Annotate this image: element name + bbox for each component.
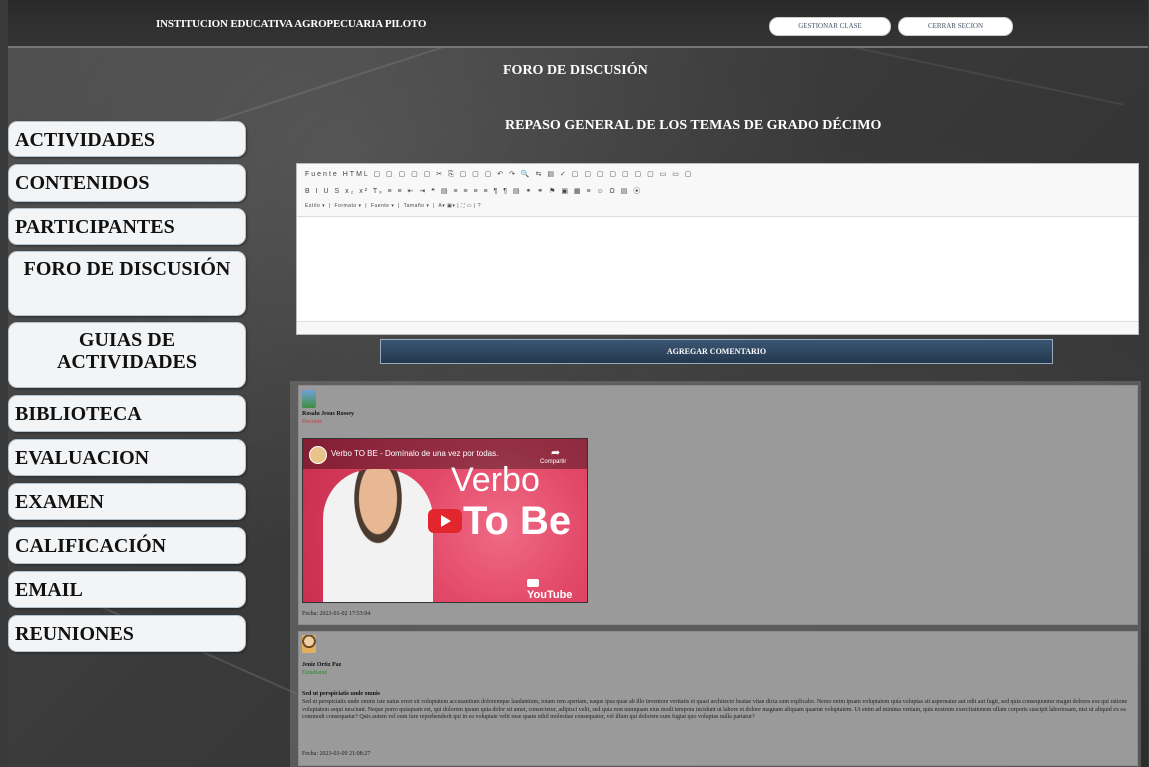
sidebar-item-label: ACTIVIDADES [15,129,156,151]
sidebar-item-label: REUNIONES [15,623,134,645]
editor-toolbar-row-3: Estilo ▾ | Formato ▾ | Fuente ▾ | Tamaño… [305,203,481,209]
editor-toolbar: Fuente HTML ▢ ▢ ▢ ▢ ▢ ✂ ⎘ ▢ ▢ ▢ ↶ ↷ 🔍 ⇆ … [297,164,1138,217]
sidebar-item-label: GUIAS DE ACTIVIDADES [56,329,198,373]
sidebar-item-label: CALIFICACIÓN [15,535,167,557]
sidebar-item-participantes[interactable]: PARTICIPANTES [8,208,246,245]
comment-author: Jeniz Ortiz Paz [302,662,342,668]
text-color-icon[interactable]: A▾ [438,203,445,209]
size-select[interactable]: Tamaño [404,203,425,209]
sidebar-item-label: BIBLIOTECA [15,403,142,425]
manage-class-button[interactable]: GESTIONAR CLASE [769,17,891,36]
avatar [302,635,316,653]
thumbnail-text-tobe: To Be [463,499,572,543]
sidebar-item-label: PARTICIPANTES [15,216,175,238]
youtube-logo[interactable]: YouTube [527,577,587,601]
top-bar: INSTITUCION EDUCATIVA AGROPECUARIA PILOT… [8,0,1148,48]
sidebar-item-label: CONTENIDOS [15,172,150,194]
share-icon[interactable]: ➦ [551,446,560,459]
sidebar-item-contenidos[interactable]: CONTENIDOS [8,164,246,202]
video-title[interactable]: Verbo TO BE - Domínalo de una vez por to… [331,449,498,458]
channel-avatar[interactable] [309,446,327,464]
sidebar-item-foro[interactable]: FORO DE DISCUSIÓN [8,251,246,316]
editor-toolbar-row-2[interactable]: B I U S x₂ x² Tₓ ≡ ≡ ⇤ ⇥ ❝ ▤ ≡ ≡ ≡ ≡ ¶ ¶… [305,186,642,196]
font-select[interactable]: Fuente [371,203,390,209]
page-background: INSTITUCION EDUCATIVA AGROPECUARIA PILOT… [8,0,1148,767]
sidebar-item-guias[interactable]: GUIAS DE ACTIVIDADES [8,322,246,388]
thumbnail-text-verbo: Verbo [451,461,540,499]
sidebar-item-evaluacion[interactable]: EVALUACION [8,439,246,476]
comment-role: Estudiante [302,670,328,676]
forum-topic-title: REPASO GENERAL DE LOS TEMAS DE GRADO DÉC… [505,118,882,133]
comment-title: Sed ut perspiciatis unde omnis [302,691,381,697]
maximize-icon[interactable]: ⛶ [461,203,465,209]
sidebar-item-email[interactable]: EMAIL [8,571,246,608]
sidebar-item-label: FORO DE DISCUSIÓN [23,258,231,280]
style-select[interactable]: Estilo [305,203,320,209]
comment-body: Sed ut perspiciatis unde omnis iste natu… [302,699,1128,720]
format-select[interactable]: Formato [335,203,357,209]
youtube-label: YouTube [527,589,573,601]
editor-toolbar-row-1[interactable]: Fuente HTML ▢ ▢ ▢ ▢ ▢ ✂ ⎘ ▢ ▢ ▢ ↶ ↷ 🔍 ⇆ … [305,170,693,179]
comment-date: Fecha: 2023-03-09 21:08:27 [302,751,371,757]
comment-card: Rosalu Jesus Rossey Docente Verbo TO BE … [298,385,1138,625]
logout-button[interactable]: CERRAR SECION [898,17,1013,36]
share-label[interactable]: Compartir [540,459,566,465]
comment-card: Jeniz Ortiz Paz Estudiante Sed ut perspi… [298,631,1138,766]
bg-color-icon[interactable]: ▣▾ [447,203,455,209]
show-blocks-icon[interactable]: ▭ [467,203,472,209]
sidebar-item-biblioteca[interactable]: BIBLIOTECA [8,395,246,432]
youtube-video-embed[interactable]: Verbo TO BE - Domínalo de una vez por to… [302,438,588,603]
sidebar-item-label: EMAIL [15,579,83,601]
comment-author: Rosalu Jesus Rossey [302,411,355,417]
youtube-icon [527,579,539,588]
comment-role: Docente [302,419,322,425]
play-button-icon[interactable] [428,509,462,533]
editor-content-area[interactable] [297,217,1138,321]
sidebar-item-calificacion[interactable]: CALIFICACIÓN [8,527,246,564]
editor-resize-bar[interactable] [297,321,1138,334]
page-title: FORO DE DISCUSIÓN [503,63,648,78]
sidebar-item-examen[interactable]: EXAMEN [8,483,246,520]
add-comment-button[interactable]: AGREGAR COMENTARIO [380,339,1053,364]
help-icon[interactable]: ? [478,203,481,209]
school-name: INSTITUCION EDUCATIVA AGROPECUARIA PILOT… [156,18,427,30]
sidebar-item-reuniones[interactable]: REUNIONES [8,615,246,652]
video-thumbnail-person [323,469,433,602]
rich-text-editor: Fuente HTML ▢ ▢ ▢ ▢ ▢ ✂ ⎘ ▢ ▢ ▢ ↶ ↷ 🔍 ⇆ … [296,163,1139,335]
sidebar-item-label: EVALUACION [15,447,150,469]
comments-list: Rosalu Jesus Rossey Docente Verbo TO BE … [290,381,1141,767]
comment-date: Fecha: 2023-01-02 17:53:04 [302,611,371,617]
sidebar-item-label: EXAMEN [15,491,104,513]
avatar [302,390,316,408]
sidebar-item-actividades[interactable]: ACTIVIDADES [8,121,246,157]
